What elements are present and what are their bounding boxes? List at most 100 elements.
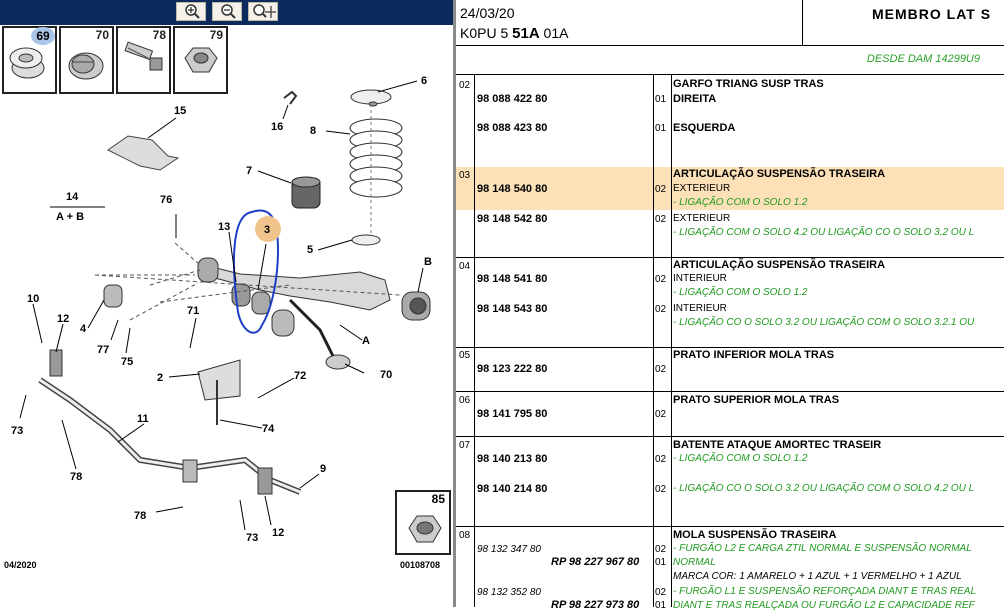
label-73-lower[interactable]: 73: [246, 532, 258, 544]
zoom-out-button[interactable]: [212, 2, 242, 21]
label-11[interactable]: 11: [137, 413, 149, 425]
part-description: MOLA SUSPENSÃO TRASEIRA: [673, 529, 837, 541]
part-reference[interactable]: 98 088 423 80: [477, 122, 547, 134]
part-reference[interactable]: 98 123 222 80: [477, 363, 547, 375]
label-14[interactable]: 14: [66, 191, 79, 203]
label-72[interactable]: 72: [294, 370, 306, 382]
part-description: ARTICULAÇÃO SUSPENSÃO TRASEIRA: [673, 259, 886, 271]
label-74[interactable]: 74: [262, 423, 275, 435]
part-reference[interactable]: 98 140 213 80: [477, 453, 547, 465]
label-70[interactable]: 70: [380, 369, 392, 381]
part-reference[interactable]: 98 141 795 80: [477, 408, 547, 420]
label-78[interactable]: 78: [70, 471, 82, 483]
replacement-reference[interactable]: RP 98 227 973 80: [551, 599, 639, 611]
part-reference[interactable]: 98 132 352 80: [477, 587, 541, 598]
table-row[interactable]: 08 MOLA SUSPENSÃO TRASEIRA 98 132 347 80…: [456, 526, 1004, 611]
label-16[interactable]: 16: [271, 121, 283, 133]
part-quantity: 02: [655, 409, 667, 420]
applicability-note: - LIGAÇÃO CO O SOLO 3.2 OU LIGAÇÃO COM O…: [673, 483, 975, 494]
applicability-note: - LIGAÇÃO CO O SOLO 3.2 OU LIGAÇÃO COM O…: [673, 317, 975, 328]
label-3[interactable]: 3: [264, 224, 270, 236]
label-8[interactable]: 8: [310, 125, 316, 137]
label-2[interactable]: 2: [157, 372, 163, 384]
label-76[interactable]: 76: [160, 194, 172, 206]
thumbnail-number: 85: [431, 492, 445, 506]
part-variant: INTERIEUR: [673, 273, 727, 284]
table-row[interactable]: 02 GARFO TRIANG SUSP TRAS 98 088 422 80 …: [456, 75, 1004, 168]
heat-shield-drawing: [107, 135, 180, 171]
part-reference[interactable]: 98 148 540 80: [477, 183, 547, 195]
catalog-date: 24/03/20: [460, 5, 515, 21]
part-reference[interactable]: 98 148 543 80: [477, 303, 547, 315]
exploded-view-panel: 69 70 78 79 6 8 15 16 7 14 A + B 76 13 3…: [0, 0, 453, 607]
group-number: 06: [459, 395, 471, 406]
clip-drawing: [283, 90, 298, 105]
part-quantity: 02: [655, 364, 667, 375]
part-variant: EXTERIEUR: [673, 213, 731, 224]
zoom-fit-button[interactable]: [248, 2, 278, 21]
part-variant: ESQUERDA: [673, 122, 736, 134]
label-6[interactable]: 6: [421, 75, 427, 87]
replacement-reference[interactable]: RP 98 227 967 80: [551, 556, 639, 568]
part-quantity: 02: [655, 544, 667, 555]
table-row[interactable]: 06 PRATO SUPERIOR MOLA TRAS 98 141 795 8…: [456, 391, 1004, 437]
zoom-fit-icon: [253, 4, 276, 18]
part-description: BATENTE ATAQUE AMORTEC TRASEIR: [673, 439, 882, 451]
rear-axle-exploded-diagram: 6 8 15 16 7 14 A + B 76 13 3 5 B 10 12 4…: [11, 75, 432, 544]
label-77[interactable]: 77: [97, 344, 109, 356]
table-row[interactable]: 04 ARTICULAÇÃO SUSPENSÃO TRASEIRA 98 148…: [456, 257, 1004, 348]
label-a[interactable]: A: [362, 335, 370, 347]
part-variant: EXTERIEUR: [673, 183, 731, 194]
part-quantity: 01: [655, 94, 667, 105]
part-quantity: 01: [655, 600, 667, 611]
part-reference[interactable]: 98 140 214 80: [477, 483, 547, 495]
label-15[interactable]: 15: [174, 105, 186, 117]
coil-spring-drawing: [349, 89, 403, 246]
validity-note: DESDE DAM 14299U9: [866, 53, 980, 65]
label-75[interactable]: 75: [121, 356, 133, 368]
bushing-drawing: [103, 284, 123, 308]
label-71[interactable]: 71: [187, 305, 199, 317]
label-73[interactable]: 73: [11, 425, 23, 437]
zoom-in-icon: [185, 4, 200, 19]
label-12-lower[interactable]: 12: [272, 527, 284, 539]
label-78-lower[interactable]: 78: [134, 510, 146, 522]
part-reference[interactable]: 98 148 541 80: [477, 273, 547, 285]
applicability-note: - LIGAÇÃO COM O SOLO 4.2 OU LIGAÇÃO CO O…: [673, 227, 975, 238]
zoom-out-icon: [221, 4, 236, 19]
applicability-note: - LIGAÇÃO COM O SOLO 1.2: [673, 287, 808, 298]
label-5[interactable]: 5: [307, 244, 313, 256]
group-number: 02: [459, 80, 471, 91]
viewer-toolbar: [0, 0, 453, 25]
zoom-in-button[interactable]: [176, 2, 206, 21]
applicability-note: - LIGAÇÃO COM O SOLO 1.2: [673, 197, 808, 208]
applicability-note: - FURGÃO L1 E SUSPENSÃO REFORÇADA DIANT …: [673, 586, 977, 597]
group-number: 03: [459, 170, 471, 181]
label-12[interactable]: 12: [57, 313, 69, 325]
label-4[interactable]: 4: [80, 323, 87, 335]
label-9[interactable]: 9: [320, 463, 326, 475]
bracket-drawing: [197, 359, 241, 401]
parts-list-panel: 24/03/20 K0PU 5 51A 01A MEMBRO LAT S DES…: [456, 0, 1004, 611]
part-reference[interactable]: 98 088 422 80: [477, 93, 547, 105]
table-row[interactable]: 03 ARTICULAÇÃO SUSPENSÃO TRASEIRA 98 148…: [456, 167, 1004, 258]
label-7[interactable]: 7: [246, 165, 252, 177]
part-quantity: 02: [655, 484, 667, 495]
part-quantity: 02: [655, 184, 667, 195]
catalog-code: K0PU 5 51A 01A: [460, 25, 569, 42]
part-reference[interactable]: 98 148 542 80: [477, 213, 547, 225]
label-10[interactable]: 10: [27, 293, 39, 305]
label-a-plus-b[interactable]: A + B: [56, 211, 84, 223]
trailing-arm-drawing: [197, 257, 431, 361]
table-row[interactable]: 05 PRATO INFERIOR MOLA TRAS 98 123 222 8…: [456, 347, 1004, 392]
part-quantity: 01: [655, 557, 667, 568]
part-quantity: 02: [655, 214, 667, 225]
thumbnail-number: 70: [95, 28, 109, 42]
label-b[interactable]: B: [424, 256, 432, 268]
table-row[interactable]: 07 BATENTE ATAQUE AMORTEC TRASEIR 98 140…: [456, 436, 1004, 527]
label-13[interactable]: 13: [218, 221, 230, 233]
part-description: PRATO SUPERIOR MOLA TRAS: [673, 394, 840, 406]
part-reference[interactable]: 98 132 347 80: [477, 544, 541, 555]
bump-stop-drawing: [291, 176, 321, 209]
thumbnail-85[interactable]: 85: [395, 490, 451, 555]
